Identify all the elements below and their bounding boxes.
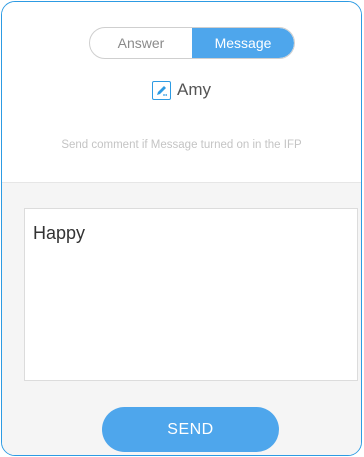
tab-message[interactable]: Message	[192, 28, 294, 58]
hint-text: Send comment if Message turned on in the…	[61, 139, 302, 151]
user-name: Amy	[177, 80, 211, 99]
header-area: Answer Message Amy Send comment if Messa…	[2, 2, 361, 182]
message-input[interactable]: Happy	[24, 208, 358, 381]
compose-area: Happy SEND	[2, 182, 361, 455]
message-panel: Answer Message Amy Send comment if Messa…	[1, 1, 362, 456]
user-name-row[interactable]: Amy	[2, 80, 361, 100]
send-button[interactable]: SEND	[102, 407, 279, 452]
edit-icon[interactable]	[152, 80, 171, 100]
tab-answer[interactable]: Answer	[90, 28, 192, 58]
mode-toggle: Answer Message	[89, 27, 295, 59]
